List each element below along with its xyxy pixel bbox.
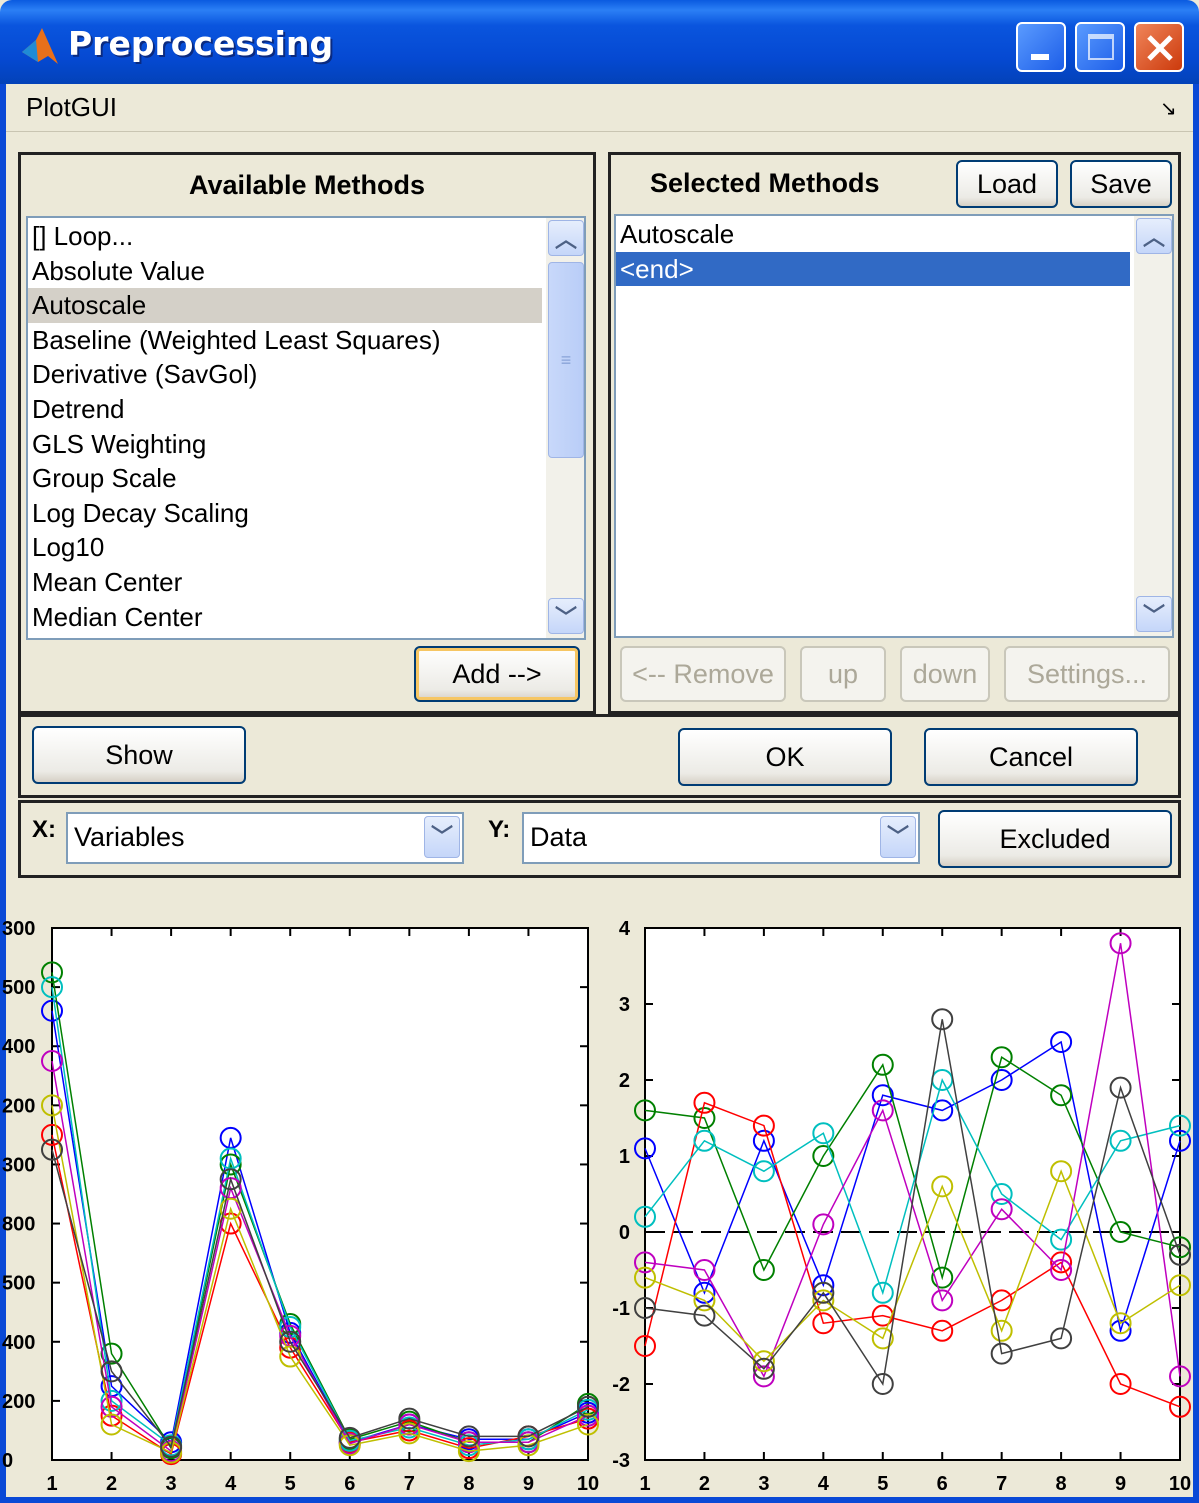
available-method-item[interactable]: [] Loop... (28, 219, 542, 254)
maximize-button[interactable] (1075, 22, 1125, 72)
x-tick-label: 5 (285, 1473, 296, 1495)
x-axis-label: X: (32, 816, 56, 843)
y-tick-label: 300 (2, 918, 35, 940)
available-method-item[interactable]: Log10 (28, 530, 542, 565)
x-tick-label: 9 (523, 1473, 534, 1495)
x-tick-label: 3 (758, 1473, 769, 1495)
scroll-thumb[interactable]: ≡ (548, 262, 584, 458)
scroll-up-icon[interactable]: ︿ (548, 220, 584, 256)
available-method-item[interactable]: Group Scale (28, 461, 542, 496)
y-tick-label: -3 (612, 1450, 630, 1472)
available-method-item[interactable]: Mean Center (28, 565, 542, 600)
y-tick-label: 1 (619, 1146, 630, 1168)
ok-button[interactable]: OK (678, 728, 892, 786)
x-axis-select[interactable]: Variables ﹀ (66, 812, 464, 864)
available-methods-list[interactable]: [] Loop... Absolute Value Autoscale Baselin… (26, 216, 586, 640)
x-tick-label: 2 (106, 1473, 117, 1495)
scroll-down-icon[interactable]: ﹀ (1136, 596, 1172, 632)
y-tick-label: 300 (2, 1154, 35, 1176)
selected-methods-list[interactable]: Autoscale <end> ︿ ﹀ (614, 214, 1174, 638)
remove-button[interactable]: <-- Remove (620, 646, 786, 702)
x-tick-label: 6 (937, 1473, 948, 1495)
y-tick-label: 4 (619, 918, 631, 940)
x-tick-label: 4 (818, 1473, 830, 1495)
cancel-button[interactable]: Cancel (924, 728, 1138, 786)
maximize-icon (1088, 34, 1114, 60)
x-tick-label: 5 (877, 1473, 888, 1495)
matlab-logo-icon (22, 28, 58, 64)
window-frame-right (1193, 84, 1199, 1503)
save-button[interactable]: Save (1070, 160, 1172, 208)
close-button[interactable] (1134, 22, 1184, 72)
available-method-item[interactable]: Baseline (Weighted Least Squares) (28, 323, 542, 358)
y-axis-label: Y: (488, 816, 511, 843)
x-tick-label: 7 (404, 1473, 415, 1495)
selected-method-item[interactable]: Autoscale (616, 217, 1130, 252)
menu-bar (6, 84, 1193, 132)
chevron-down-icon[interactable]: ﹀ (880, 816, 916, 858)
x-axis-value: Variables (74, 822, 185, 852)
y-tick-label: 200 (2, 1391, 35, 1413)
x-tick-label: 8 (1056, 1473, 1067, 1495)
available-method-item[interactable]: Derivative (SavGol) (28, 357, 542, 392)
y-tick-label: 2 (619, 1070, 630, 1092)
chevron-down-icon[interactable]: ﹀ (424, 816, 460, 858)
y-tick-label: 500 (2, 977, 35, 999)
x-tick-label: 1 (46, 1473, 57, 1495)
y-tick-label: 800 (2, 1214, 35, 1236)
available-scrollbar[interactable]: ︿ ≡ ﹀ (546, 218, 584, 638)
window-title: Preprocessing (68, 24, 334, 63)
x-tick-label: 3 (166, 1473, 177, 1495)
load-button[interactable]: Load (956, 160, 1058, 208)
x-tick-label: 9 (1115, 1473, 1126, 1495)
y-tick-label: 400 (2, 1332, 35, 1354)
minimize-icon (1031, 54, 1049, 60)
available-method-item[interactable]: Autoscale (28, 288, 542, 323)
y-tick-label: 500 (2, 1273, 35, 1295)
y-tick-label: -1 (612, 1298, 630, 1320)
x-tick-label: 10 (1169, 1473, 1191, 1495)
selected-methods-title: Selected Methods (650, 168, 880, 198)
y-tick-label: 0 (619, 1222, 630, 1244)
x-tick-label: 7 (996, 1473, 1007, 1495)
minimize-button[interactable] (1016, 22, 1066, 72)
y-axis-select[interactable]: Data ﹀ (522, 812, 920, 864)
up-button[interactable]: up (800, 646, 886, 702)
available-method-item[interactable]: Detrend (28, 392, 542, 427)
x-tick-label: 1 (639, 1473, 650, 1495)
available-methods-title: Available Methods (188, 170, 426, 200)
scroll-down-icon[interactable]: ﹀ (548, 598, 584, 634)
settings-button[interactable]: Settings... (1004, 646, 1170, 702)
x-tick-label: 8 (463, 1473, 474, 1495)
window-frame-bottom (0, 1497, 1199, 1503)
show-button[interactable]: Show (32, 726, 246, 784)
selected-scrollbar[interactable]: ︿ ﹀ (1134, 216, 1172, 636)
y-tick-label: -2 (612, 1374, 630, 1396)
y-tick-label: 400 (2, 1036, 35, 1058)
plot-axes-2 (644, 927, 1181, 1461)
down-button[interactable]: down (900, 646, 990, 702)
available-method-item[interactable]: Median Center (28, 600, 542, 635)
available-method-item[interactable]: Absolute Value (28, 254, 542, 289)
close-icon (1147, 35, 1173, 61)
x-tick-label: 4 (225, 1473, 237, 1495)
x-tick-label: 2 (699, 1473, 710, 1495)
y-tick-label: 200 (2, 1095, 35, 1117)
excluded-button[interactable]: Excluded (938, 810, 1172, 868)
y-axis-value: Data (530, 822, 588, 852)
selected-method-item[interactable]: <end> (616, 251, 1130, 287)
x-tick-label: 6 (344, 1473, 355, 1495)
plot-area[interactable]: 1 2 3 4 5 6 7 8 9 1002004005008003002004005003001… (0, 878, 1193, 1497)
menu-plotgui[interactable]: PlotGUI (26, 92, 117, 123)
x-tick-label: 10 (577, 1473, 599, 1495)
available-method-item[interactable]: GLS Weighting (28, 427, 542, 462)
add-button[interactable]: Add --> (414, 646, 580, 702)
y-tick-label: 0 (2, 1450, 13, 1472)
available-method-item[interactable]: Log Decay Scaling (28, 496, 542, 531)
scroll-up-icon[interactable]: ︿ (1136, 218, 1172, 254)
y-tick-label: 3 (619, 994, 630, 1016)
menu-corner-icon: ↘ (1160, 98, 1177, 120)
